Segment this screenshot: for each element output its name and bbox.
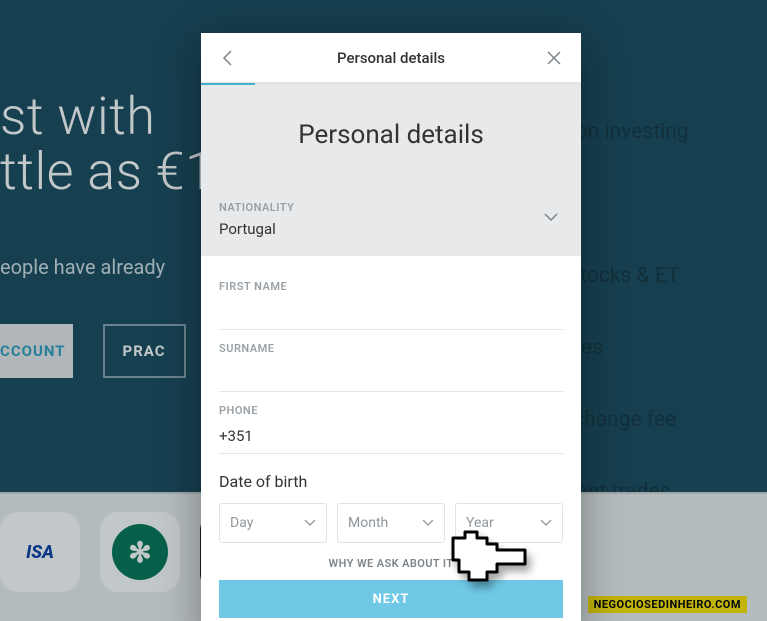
- dob-month-value: Month: [348, 515, 388, 531]
- dob-month-select[interactable]: Month: [337, 503, 445, 543]
- nationality-label: NATIONALITY: [219, 201, 563, 214]
- personal-details-modal: Personal details Personal details NATION…: [201, 33, 581, 621]
- dob-day-value: Day: [230, 515, 253, 531]
- chevron-down-icon: [543, 207, 559, 226]
- nationality-select[interactable]: NATIONALITY Portugal: [201, 185, 581, 256]
- modal-step-title: Personal details: [337, 49, 445, 67]
- first-name-label: FIRST NAME: [219, 280, 563, 293]
- dob-year-select[interactable]: Year: [455, 503, 563, 543]
- surname-input[interactable]: [219, 355, 563, 392]
- close-icon[interactable]: [545, 49, 563, 67]
- dob-day-select[interactable]: Day: [219, 503, 327, 543]
- modal-header: Personal details: [201, 85, 581, 185]
- back-icon[interactable]: [219, 49, 237, 67]
- phone-label: PHONE: [219, 404, 563, 417]
- why-we-ask-link[interactable]: WHY WE ASK ABOUT IT: [219, 557, 563, 570]
- nationality-value: Portugal: [219, 220, 563, 238]
- chevron-down-icon: [422, 519, 434, 527]
- modal-title: Personal details: [201, 120, 581, 150]
- next-button[interactable]: NEXT: [219, 580, 563, 618]
- dob-title: Date of birth: [219, 472, 563, 491]
- chevron-down-icon: [540, 519, 552, 527]
- first-name-input[interactable]: [219, 293, 563, 330]
- dob-year-value: Year: [466, 515, 494, 531]
- surname-label: SURNAME: [219, 342, 563, 355]
- phone-input[interactable]: [219, 417, 563, 454]
- chevron-down-icon: [304, 519, 316, 527]
